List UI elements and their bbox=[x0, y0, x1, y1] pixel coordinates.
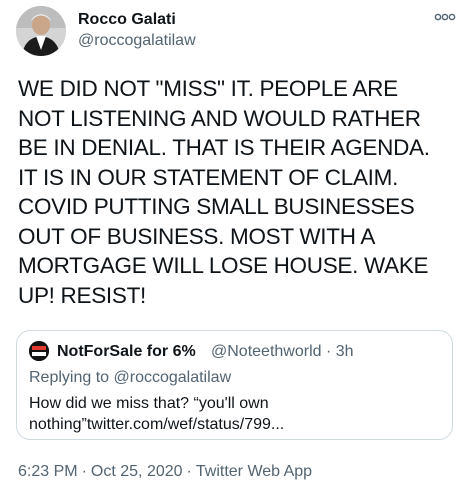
not-for-sale-logo-icon bbox=[29, 341, 49, 361]
quoted-replying-to: Replying to @roccogalatilaw bbox=[29, 369, 232, 386]
more-options-icon[interactable] bbox=[434, 10, 456, 24]
quoted-meta: @Noteethworld · 3h bbox=[211, 341, 354, 362]
tweet-header: Rocco Galati @roccogalatilaw bbox=[16, 6, 456, 58]
avatar-image bbox=[16, 6, 66, 56]
quoted-tweet[interactable]: NotForSale for 6% @Noteethworld · 3h Rep… bbox=[16, 330, 453, 440]
tweet: Rocco Galati @roccogalatilaw WE DID NOT … bbox=[0, 0, 469, 500]
tweet-time[interactable]: 6:23 PM bbox=[18, 463, 78, 480]
author-display-name[interactable]: Rocco Galati bbox=[78, 10, 196, 30]
quoted-separator: · bbox=[325, 343, 332, 360]
tweet-date[interactable]: Oct 25, 2020 bbox=[91, 463, 183, 480]
tweet-text: WE DID NOT "MISS" IT. PEOPLE ARE NOT LIS… bbox=[18, 76, 430, 308]
footer-separator-1: · bbox=[81, 463, 87, 480]
tweet-timestamp-line: 6:23 PM · Oct 25, 2020 · Twitter Web App bbox=[18, 461, 312, 482]
quoted-handle: @Noteethworld bbox=[211, 343, 322, 360]
tweet-source-app[interactable]: Twitter Web App bbox=[196, 463, 312, 480]
footer-separator-2: · bbox=[186, 463, 192, 480]
avatar[interactable] bbox=[16, 6, 66, 56]
quoted-display-name: NotForSale for 6% bbox=[57, 343, 196, 360]
quoted-tweet-text: How did we miss that? “you'll own nothin… bbox=[29, 395, 285, 433]
quoted-avatar bbox=[29, 341, 49, 361]
author-handle[interactable]: @roccogalatilaw bbox=[78, 30, 196, 52]
quoted-time: 3h bbox=[335, 343, 354, 360]
author-names: Rocco Galati @roccogalatilaw bbox=[78, 10, 196, 52]
